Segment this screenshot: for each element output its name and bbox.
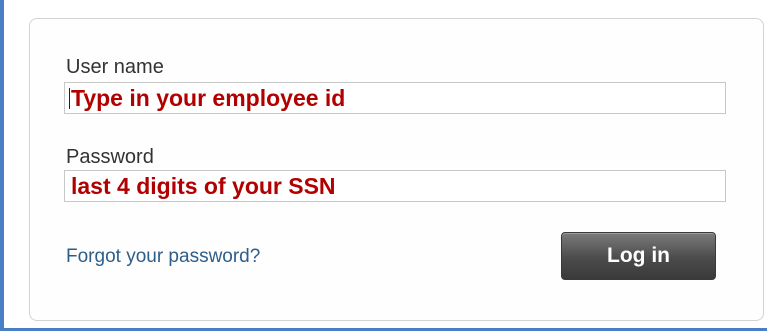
username-input[interactable] bbox=[64, 82, 726, 114]
forgot-password-link[interactable]: Forgot your password? bbox=[66, 246, 260, 268]
login-button[interactable]: Log in bbox=[561, 232, 716, 280]
username-label: User name bbox=[66, 56, 164, 78]
password-label: Password bbox=[66, 146, 154, 168]
text-caret bbox=[69, 88, 70, 109]
password-input[interactable] bbox=[64, 170, 726, 202]
window-frame: User name Password Forgot your password?… bbox=[0, 0, 767, 331]
